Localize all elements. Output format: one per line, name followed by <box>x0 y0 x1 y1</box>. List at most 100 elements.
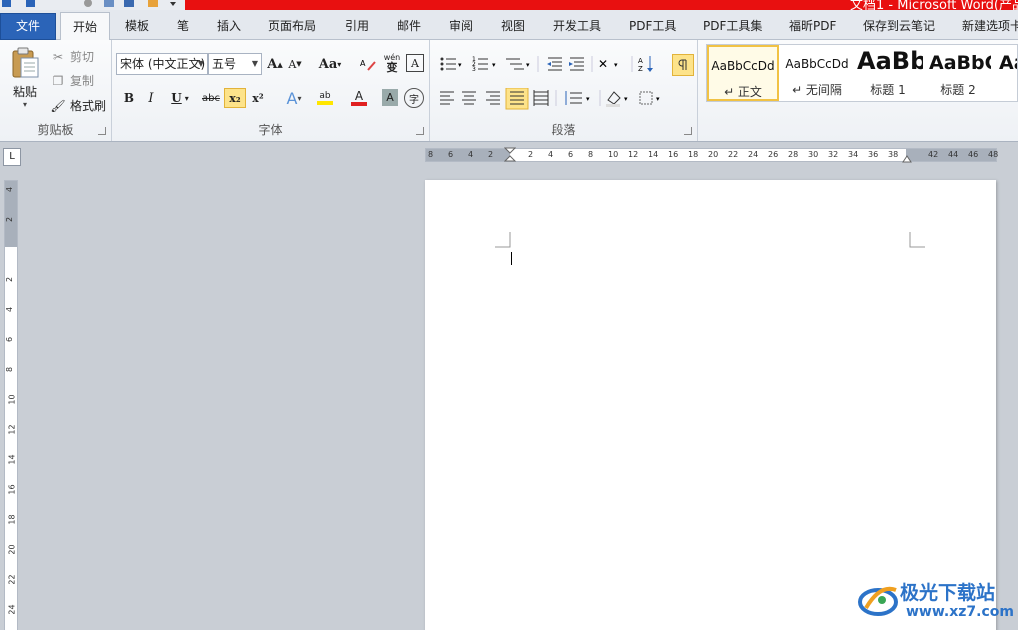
align-center-icon[interactable] <box>462 91 476 105</box>
style-normal-sample: AaBbCcDd <box>711 59 775 73</box>
clipboard-group-label: 剪贴板 <box>37 123 74 137</box>
show-paragraph-marks-button[interactable] <box>672 54 694 76</box>
numbering-icon[interactable]: 123▾ <box>472 56 496 73</box>
line-spacing-icon[interactable]: ▾ <box>565 91 590 105</box>
clear-formatting-icon: A <box>360 59 376 71</box>
bullets-icon[interactable]: ▾ <box>440 57 463 71</box>
shrink-font-button[interactable]: A ▼ <box>286 54 304 74</box>
vruler-tick-label: 14 <box>7 454 17 465</box>
shading-icon[interactable]: ▾ <box>606 91 628 107</box>
ruler-tick-label: 30 <box>808 150 819 159</box>
tab-pdf-toolset[interactable]: PDF工具集 <box>703 17 762 34</box>
style-normal[interactable]: AaBbCcDd ↵ 正文 <box>707 45 779 101</box>
tab-view[interactable]: 视图 <box>501 17 525 34</box>
style-heading-2[interactable]: AaBbC 标题 2 <box>925 45 991 101</box>
character-border-button[interactable]: A <box>406 54 424 72</box>
sort-icon[interactable]: AZ <box>638 56 653 73</box>
text-effects-icon: A <box>286 88 298 108</box>
vruler-tick-label: 2 <box>5 276 15 283</box>
horizontal-ruler[interactable]: 8 6 4 2 2 4 6 8 10 12 14 16 18 20 22 24 26 28 30 32 34 36 38 42… <box>425 147 998 163</box>
tab-templates[interactable]: 模板 <box>125 17 149 34</box>
paste-button[interactable]: 粘贴 ▾ <box>6 44 44 112</box>
style-heading-1-sample: AaBb <box>857 47 923 75</box>
ruler-tick-label: 26 <box>768 150 779 159</box>
highlight-color-button[interactable]: ab <box>310 88 340 108</box>
ruler-tick-label: 16 <box>668 150 679 159</box>
document-page[interactable] <box>425 180 996 630</box>
font-family-select[interactable]: 宋体 (中文正文) ▼ <box>116 53 208 75</box>
vertical-ruler[interactable]: 4 2 2 4 6 8 10 12 14 16 18 20 22 24 <box>4 180 18 630</box>
bold-button[interactable]: B <box>120 88 138 108</box>
crop-mark-top-right <box>909 232 925 248</box>
tab-page-layout[interactable]: 页面布局 <box>268 17 316 34</box>
chinese-layout-icon[interactable]: ✕ ▾ <box>598 57 618 71</box>
borders-icon[interactable]: ▾ <box>639 91 660 105</box>
tab-pen[interactable]: 笔 <box>177 17 189 34</box>
tab-mailings[interactable]: 邮件 <box>397 17 421 34</box>
font-launcher-icon[interactable] <box>416 127 424 135</box>
ruler-tick-label: 46 <box>968 150 979 159</box>
tab-stop-selector[interactable]: L <box>3 148 21 166</box>
increase-indent-icon[interactable] <box>569 57 584 71</box>
multilevel-list-icon[interactable]: ▾ <box>506 58 530 70</box>
cut-button[interactable]: ✂ 剪切 <box>50 48 94 65</box>
ruler-tick-label: 36 <box>868 150 879 159</box>
distributed-icon[interactable] <box>533 90 549 106</box>
tab-foxit-pdf[interactable]: 福昕PDF <box>789 17 836 34</box>
tab-home[interactable]: 开始 <box>60 12 111 41</box>
tab-developer[interactable]: 开发工具 <box>553 17 601 34</box>
copy-button[interactable]: ❐ 复制 <box>50 72 94 89</box>
styles-gallery: AaBbCcDd ↵ 正文 AaBbCcDd ↵ 无间隔 AaBb 标题 1 A… <box>706 44 1018 102</box>
window-title: 文档1 - Microsoft Word(产品激活失败) <box>850 0 1018 10</box>
grow-font-button[interactable]: A ▲ <box>266 54 284 74</box>
paste-dropdown-icon[interactable]: ▾ <box>23 100 27 109</box>
enclose-characters-button[interactable]: 字 <box>404 88 424 108</box>
ruler-tick-label: 8 <box>588 150 594 159</box>
subscript-button[interactable]: x₂ <box>224 88 246 108</box>
indent-marker-icon[interactable] <box>504 147 516 163</box>
style-title[interactable]: Aa <box>995 45 1017 101</box>
group-paragraph: ▾ 1 2 3 ▾ ▾ ✕ ▾ AZ ▾ ▾ ▾ 段落 <box>430 40 698 141</box>
style-heading-1[interactable]: AaBb 标题 1 <box>853 45 923 101</box>
align-left-icon[interactable] <box>440 91 454 105</box>
qat-icons[interactable] <box>58 0 178 8</box>
tab-insert[interactable]: 插入 <box>217 17 241 34</box>
tab-pdf-tools[interactable]: PDF工具 <box>629 17 676 34</box>
tab-file[interactable]: 文件 <box>0 13 56 40</box>
character-shading-button[interactable]: A <box>382 89 398 106</box>
clipboard-launcher-icon[interactable] <box>98 127 106 135</box>
strikethrough-button[interactable]: abc <box>200 88 222 108</box>
font-size-select[interactable]: 五号 ▼ <box>208 53 262 75</box>
quick-access-toolbar[interactable] <box>0 0 40 8</box>
change-case-button[interactable]: Aa ▾ <box>316 54 344 74</box>
tab-references[interactable]: 引用 <box>345 17 369 34</box>
right-indent-marker-icon[interactable] <box>902 153 912 163</box>
italic-button[interactable]: I <box>142 88 160 108</box>
ruler-tick-label: 2 <box>488 150 494 159</box>
text-cursor <box>511 252 512 265</box>
superscript-button[interactable]: x² <box>248 88 268 108</box>
clear-formatting-button[interactable]: A <box>358 54 378 74</box>
svg-text:▾: ▾ <box>458 61 462 69</box>
ruler-tick-label: 32 <box>828 150 839 159</box>
style-no-spacing-sample: AaBbCcDd <box>785 57 849 71</box>
tab-save-to-cloud-notes[interactable]: 保存到云笔记 <box>863 17 935 34</box>
underline-button[interactable]: U ▾ <box>166 88 194 108</box>
format-painter-button[interactable]: 🖌 格式刷 <box>50 97 106 114</box>
phonetic-guide-icon: 变 <box>386 61 398 74</box>
font-color-button[interactable]: A <box>344 88 374 108</box>
tab-review[interactable]: 审阅 <box>449 17 473 34</box>
paste-icon <box>12 47 39 78</box>
ruler-tick-label: 6 <box>448 150 454 159</box>
svg-text:✕: ✕ <box>598 57 608 71</box>
text-effects-button[interactable]: A ▾ <box>280 88 308 108</box>
ribbon: 粘贴 ▾ ✂ 剪切 ❐ 复制 🖌 格式刷 剪贴板 宋体 (中文正文) ▼ 五号 … <box>0 40 1018 142</box>
phonetic-guide-button[interactable]: wén 变 <box>380 52 404 74</box>
align-right-icon[interactable] <box>486 91 500 105</box>
paragraph-mark-icon <box>678 59 687 70</box>
style-no-spacing[interactable]: AaBbCcDd ↵ 无间隔 <box>781 45 853 101</box>
paragraph-launcher-icon[interactable] <box>684 127 692 135</box>
tab-new-tab[interactable]: 新建选项卡 <box>962 17 1018 34</box>
site-watermark: 极光下载站 www.xz7.com <box>858 578 1018 628</box>
decrease-indent-icon[interactable] <box>547 57 562 71</box>
